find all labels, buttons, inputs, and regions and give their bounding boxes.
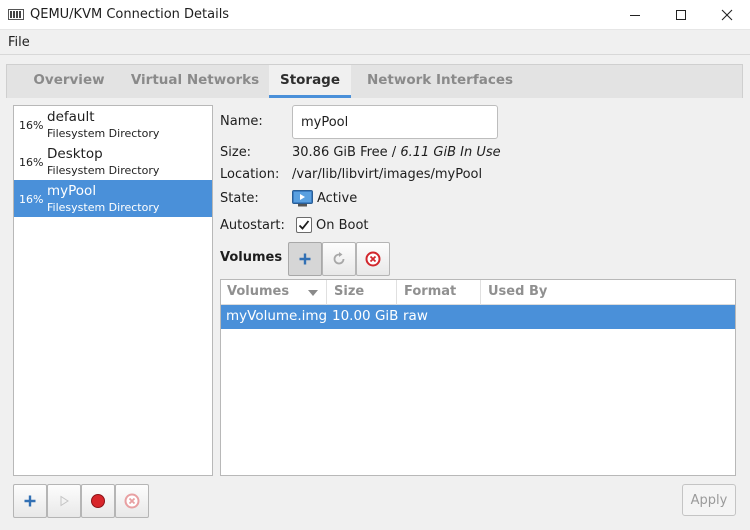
pool-item-default[interactable]: 16% default Filesystem Directory [14,106,212,143]
table-row[interactable]: myVolume.img 10.00 GiB raw [221,305,735,329]
menu-file[interactable]: File [8,35,30,50]
pool-name: myPool [47,183,97,199]
volume-name-cell: myVolume.img [226,308,328,324]
tab-storage[interactable]: Storage [269,65,351,98]
tab-overview[interactable]: Overview [21,65,117,98]
app-icon [8,9,24,20]
column-header-volumes[interactable]: Volumes [221,280,327,305]
pool-type: Filesystem Directory [47,164,160,177]
plus-icon [24,495,36,507]
column-header-size[interactable]: Size [327,280,397,305]
start-pool-button[interactable] [47,484,81,518]
name-label: Name: [220,114,263,129]
pool-type: Filesystem Directory [47,127,160,140]
delete-volume-button[interactable] [356,242,390,276]
sort-descending-icon [308,290,318,296]
close-icon [721,9,733,21]
refresh-volumes-button[interactable] [322,242,356,276]
pool-usage-percent: 16% [19,193,44,206]
state-label: State: [220,191,259,206]
size-label: Size: [220,145,252,160]
pool-item-desktop[interactable]: 16% Desktop Filesystem Directory [14,143,212,180]
column-header-label: Volumes [227,284,290,299]
tab-bar: Overview Virtual Networks Storage Networ… [6,64,743,98]
volumes-title: Volumes [220,250,283,265]
pool-item-mypool[interactable]: 16% myPool Filesystem Directory [14,180,212,217]
pool-usage-percent: 16% [19,156,44,169]
volumes-table[interactable]: Volumes Size Format Used By myVolume.img… [220,279,736,476]
autostart-value: On Boot [316,218,369,233]
tab-virtual-networks[interactable]: Virtual Networks [120,65,270,98]
delete-icon [124,493,140,509]
location-value: /var/lib/libvirt/images/myPool [292,167,483,182]
storage-pool-list[interactable]: 16% default Filesystem Directory 16% Des… [13,105,213,476]
volumes-table-header: Volumes Size Format Used By [221,280,735,305]
volume-size-cell: 10.00 GiB [332,308,399,324]
state-running-icon [292,190,313,207]
stop-pool-button[interactable] [81,484,115,518]
volume-format-cell: raw [403,308,428,324]
add-volume-button[interactable] [288,242,322,276]
size-free: 30.86 GiB Free / [292,145,401,160]
window-title: QEMU/KVM Connection Details [30,7,230,22]
column-header-format[interactable]: Format [397,280,481,305]
location-label: Location: [220,167,280,182]
stop-icon [91,494,105,508]
pool-name-input[interactable] [292,105,498,139]
pool-name: default [47,109,95,125]
minimize-icon [630,15,640,16]
pool-usage-percent: 16% [19,119,44,132]
pool-name: Desktop [47,146,103,162]
size-in-use: 6.11 GiB In Use [400,145,501,160]
plus-icon [299,253,311,265]
menu-bar: File [0,31,750,55]
autostart-checkbox[interactable] [296,217,312,233]
state-value: Active [317,191,358,206]
refresh-icon [333,252,345,265]
play-icon [60,495,69,507]
close-button[interactable] [704,0,750,30]
column-header-used-by[interactable]: Used By [481,280,735,305]
title-bar: QEMU/KVM Connection Details [0,0,750,30]
tab-network-interfaces[interactable]: Network Interfaces [363,65,517,98]
autostart-label: Autostart: [220,218,285,233]
maximize-button[interactable] [658,0,704,30]
delete-icon [365,251,381,267]
maximize-icon [676,10,686,20]
checkmark-icon [298,220,310,230]
minimize-button[interactable] [612,0,658,30]
apply-button[interactable]: Apply [682,484,736,516]
pool-type: Filesystem Directory [47,201,160,214]
delete-pool-button[interactable] [115,484,149,518]
add-pool-button[interactable] [13,484,47,518]
size-value: 30.86 GiB Free / 6.11 GiB In Use [292,145,501,160]
